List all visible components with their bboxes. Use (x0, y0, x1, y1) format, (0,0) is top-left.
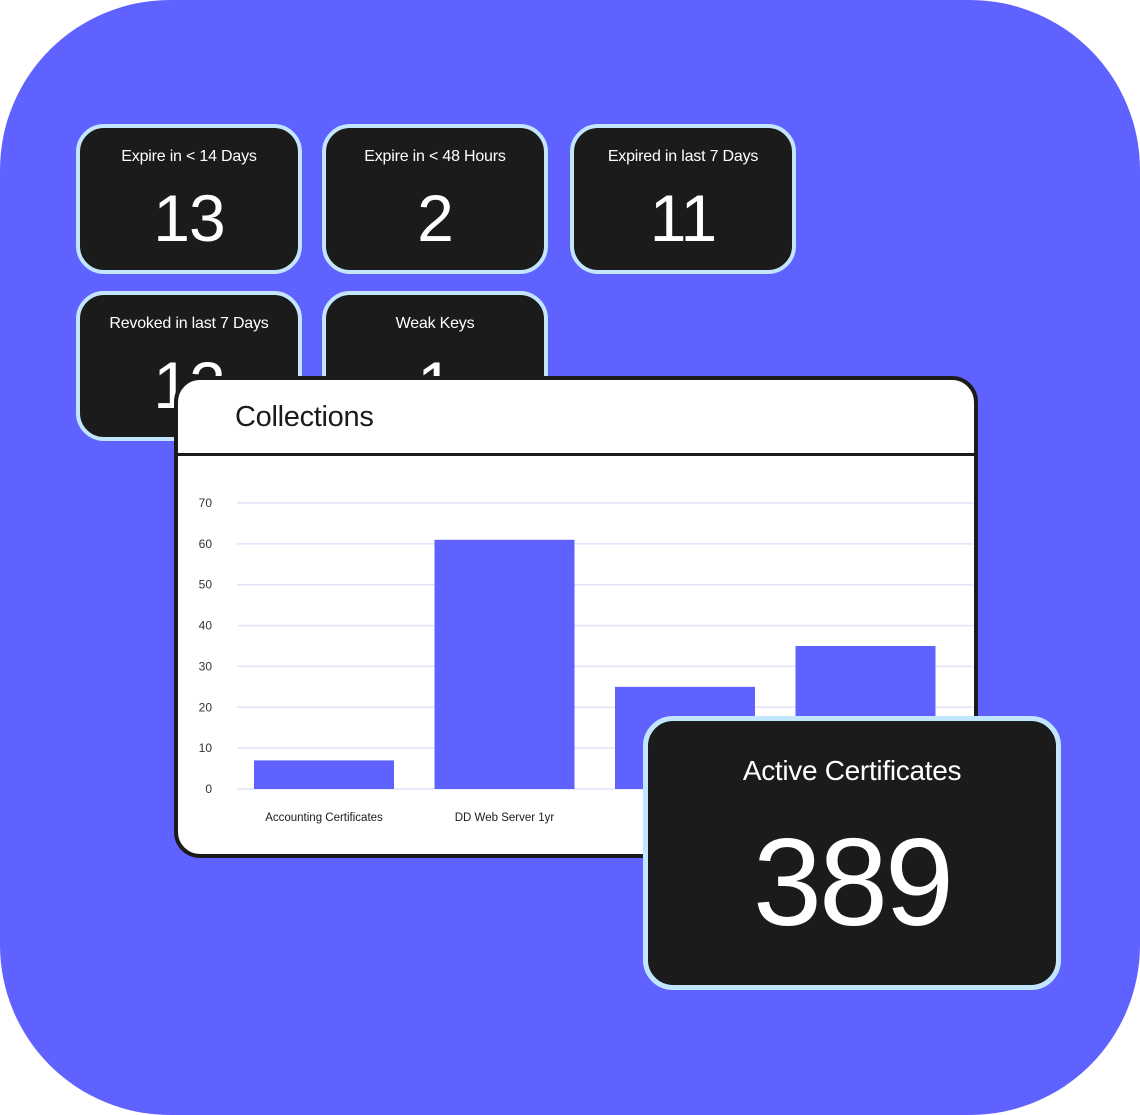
stat-label: Weak Keys (395, 315, 475, 332)
stat-value: 2 (417, 181, 454, 255)
stat-label: Expire in < 14 Days (121, 148, 257, 165)
y-tick-label: 60 (199, 537, 213, 551)
y-tick-label: 70 (199, 496, 213, 510)
y-tick-label: 0 (205, 782, 212, 796)
bar[interactable] (254, 760, 394, 789)
stat-card-expired-7-days[interactable]: Expired in last 7 Days 11 (570, 124, 796, 274)
stat-value: 13 (153, 181, 225, 255)
x-tick-label: Accounting Certificates (265, 812, 383, 824)
stat-label: Expire in < 48 Hours (364, 148, 506, 165)
stat-value: 11 (649, 181, 718, 255)
y-tick-label: 20 (199, 700, 213, 714)
stat-card-expire-48-hours[interactable]: Expire in < 48 Hours 2 (322, 124, 548, 274)
stat-card-expire-14-days[interactable]: Expire in < 14 Days 13 (76, 124, 302, 274)
bar[interactable] (434, 539, 575, 789)
stat-label: Revoked in last 7 Days (109, 315, 269, 332)
stat-label: Expired in last 7 Days (607, 148, 759, 165)
x-tick-label: DD Web Server 1yr (455, 812, 555, 824)
active-certificates-card[interactable]: Active Certificates 389 (643, 716, 1061, 990)
y-tick-label: 50 (199, 578, 213, 592)
y-tick-label: 40 (199, 619, 213, 633)
y-tick-label: 10 (199, 741, 213, 755)
active-certificates-value: 389 (753, 814, 954, 952)
y-tick-label: 30 (199, 659, 213, 673)
active-certificates-label: Active Certificates (742, 755, 962, 786)
